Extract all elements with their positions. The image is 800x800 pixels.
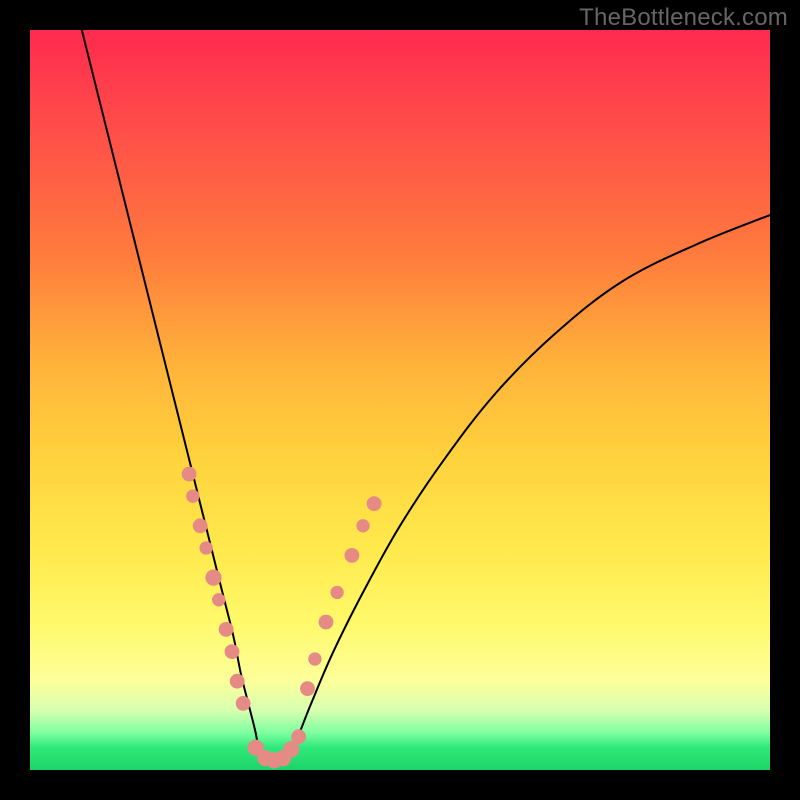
- bottleneck-gradient-plot: [30, 30, 770, 770]
- watermark-text: TheBottleneck.com: [579, 4, 788, 32]
